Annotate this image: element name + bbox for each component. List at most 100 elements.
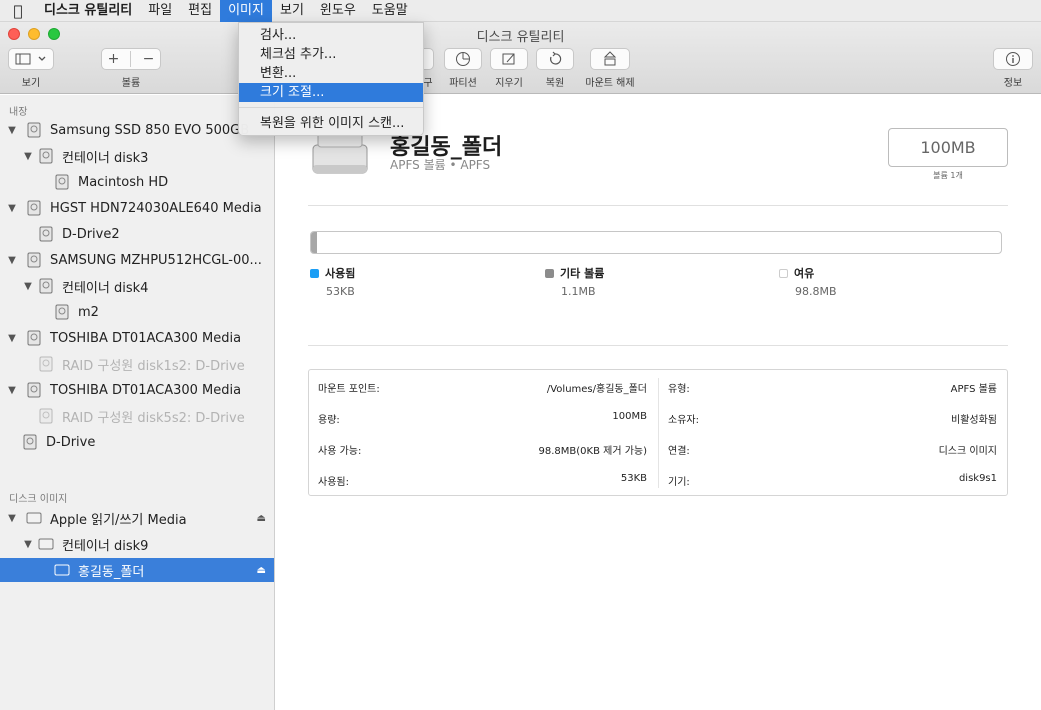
unmount-label: 마운트 해제 <box>585 78 635 89</box>
partition-label: 파티션 <box>449 78 477 89</box>
sidebar-item-label: RAID 구성원 disk5s2: D-Drive <box>62 410 245 426</box>
volume-count-note: 볼륨 1개 <box>933 171 963 180</box>
info-row: 사용됨: 53KB <box>318 473 647 488</box>
divider <box>308 345 1008 346</box>
hard-drive-icon <box>39 356 53 372</box>
info-row: 연결: 디스크 이미지 <box>668 446 997 457</box>
hard-drive-icon <box>27 252 41 268</box>
info-row: 기기: disk9s1 <box>668 473 997 488</box>
sidebar-item-raid-member[interactable]: RAID 구성원 disk5s2: D-Drive <box>0 404 274 428</box>
sidebar-icon <box>15 53 31 65</box>
sidebar-item-label: 홍길동_폴더 <box>78 564 145 580</box>
menu-file[interactable]: 파일 <box>140 0 180 22</box>
sidebar-item-label: RAID 구성원 disk1s2: D-Drive <box>62 358 245 374</box>
apple-icon[interactable]:  <box>0 2 36 20</box>
sidebar-item-raid-member[interactable]: RAID 구성원 disk1s2: D-Drive <box>0 352 274 376</box>
view-button[interactable] <box>8 48 54 70</box>
sidebar-item-raid-set[interactable]: D-Drive <box>0 430 274 454</box>
sidebar-item-volume[interactable]: D-Drive2 <box>0 222 274 246</box>
sidebar-item-volume[interactable]: m2 <box>0 300 274 324</box>
legend-free: 여유 98.8MB <box>779 265 837 298</box>
menu-app[interactable]: 디스크 유틸리티 <box>36 0 140 22</box>
volume-detail-pane: 홍길동_폴더 APFS 볼륨 • APFS 100MB 볼륨 1개 사용됨 53… <box>276 95 1041 710</box>
legend-swatch <box>310 269 319 278</box>
disk-image-icon <box>26 512 42 524</box>
legend-label: 사용됨 <box>325 267 356 280</box>
sidebar-item-selected-volume[interactable]: 홍길동_폴더 ⏏ <box>0 558 274 582</box>
menu-item-resize[interactable]: 크기 조절... <box>239 83 423 102</box>
sidebar-item-label: TOSHIBA DT01ACA300 Media <box>50 330 242 346</box>
disclosure-triangle-icon[interactable]: ▼ <box>6 125 18 136</box>
sidebar-item-disk[interactable]: ▼ TOSHIBA DT01ACA300 Media <box>0 326 274 350</box>
menu-item-verify[interactable]: 검사... <box>239 26 423 45</box>
erase-label: 지우기 <box>495 78 523 89</box>
add-volume-button[interactable]: + <box>108 51 120 67</box>
eject-icon[interactable]: ⏏ <box>257 513 266 524</box>
sidebar-item-disk-image[interactable]: ▼ Apple 읽기/쓰기 Media ⏏ <box>0 506 274 530</box>
remove-volume-button[interactable]: − <box>143 51 155 67</box>
sidebar-item-label: m2 <box>78 304 99 320</box>
menu-view[interactable]: 보기 <box>272 0 312 22</box>
hard-drive-icon <box>27 382 41 398</box>
disk-utility-window: 디스크 유틸리티 보기 + − 볼륨 구 파티션 지우기 복원 마운트 해제 정… <box>0 22 1041 710</box>
hard-drive-icon <box>23 434 37 450</box>
sidebar-item-label: SAMSUNG MZHPU512HCGL-00... <box>50 252 262 268</box>
disclosure-triangle-icon[interactable]: ▼ <box>6 333 18 344</box>
hard-drive-icon <box>27 200 41 216</box>
sidebar-item-label: Samsung SSD 850 EVO 500GB <box>50 122 250 138</box>
disclosure-triangle-icon[interactable]: ▼ <box>6 513 18 524</box>
menu-item-convert[interactable]: 변환... <box>239 64 423 83</box>
hard-drive-icon <box>39 278 53 294</box>
menu-edit[interactable]: 편집 <box>180 0 220 22</box>
volume-size-box: 100MB <box>888 128 1008 167</box>
section-disk-images: 디스크 이미지 <box>9 494 68 505</box>
hard-drive-icon <box>39 148 53 164</box>
restore-icon <box>550 51 562 65</box>
menu-item-add-checksum[interactable]: 체크섬 추가... <box>239 45 423 64</box>
eject-icon[interactable]: ⏏ <box>257 565 266 576</box>
erase-button[interactable] <box>490 48 528 70</box>
info-row: 사용 가능: 98.8MB(0KB 제거 가능) <box>318 446 647 457</box>
sidebar-item-volume[interactable]: Macintosh HD <box>0 170 274 194</box>
sidebar-item-disk[interactable]: ▼ SAMSUNG MZHPU512HCGL-00... <box>0 248 274 272</box>
restore-label: 복원 <box>545 78 565 89</box>
legend-label: 기타 볼륨 <box>560 267 605 280</box>
menu-window[interactable]: 윈도우 <box>312 0 364 22</box>
hard-drive-icon <box>27 122 41 138</box>
legend-swatch <box>545 269 554 278</box>
menu-help[interactable]: 도움말 <box>364 0 416 22</box>
sidebar-item-label: Macintosh HD <box>78 174 169 190</box>
disk-image-icon <box>38 538 54 550</box>
info-label: 정보 <box>1003 78 1023 89</box>
volume-label: 볼륨 <box>121 78 141 89</box>
image-menu-dropdown: 검사... 체크섬 추가... 변환... 크기 조절... 복원을 위한 이미… <box>238 22 424 136</box>
sidebar-item-disk[interactable]: ▼ TOSHIBA DT01ACA300 Media <box>0 378 274 402</box>
info-button[interactable] <box>993 48 1033 70</box>
disclosure-triangle-icon[interactable]: ▼ <box>6 385 18 396</box>
sidebar-item-disk[interactable]: ▼ Samsung SSD 850 EVO 500GB <box>0 118 274 142</box>
disclosure-triangle-icon[interactable]: ▼ <box>22 281 34 292</box>
usage-bar <box>310 231 1002 254</box>
menu-image[interactable]: 이미지 <box>220 0 272 22</box>
menu-item-scan-for-restore[interactable]: 복원을 위한 이미지 스캔... <box>239 114 423 133</box>
sidebar-item-container[interactable]: ▼ 컨테이너 disk9 <box>0 532 274 556</box>
sidebar-item-container[interactable]: ▼ 컨테이너 disk4 <box>0 274 274 298</box>
disclosure-triangle-icon[interactable]: ▼ <box>6 255 18 266</box>
sidebar-item-disk[interactable]: ▼ HGST HDN724030ALE640 Media <box>0 196 274 220</box>
disclosure-triangle-icon[interactable]: ▼ <box>6 203 18 214</box>
sidebar-item-container[interactable]: ▼ 컨테이너 disk3 <box>0 144 274 168</box>
erase-icon <box>502 53 515 65</box>
sidebar-item-label: HGST HDN724030ALE640 Media <box>50 200 262 216</box>
title-bar: 디스크 유틸리티 보기 + − 볼륨 구 파티션 지우기 복원 마운트 해제 정… <box>0 22 1041 94</box>
unmount-button[interactable] <box>590 48 630 70</box>
disk-image-icon <box>54 564 70 576</box>
legend-label: 여유 <box>794 267 815 280</box>
volume-subtitle: APFS 볼륨 • APFS <box>390 158 491 172</box>
restore-button[interactable] <box>536 48 574 70</box>
legend-value: 53KB <box>326 285 355 298</box>
disclosure-triangle-icon[interactable]: ▼ <box>22 539 34 550</box>
hard-drive-icon <box>39 226 53 242</box>
partition-button[interactable] <box>444 48 482 70</box>
disclosure-triangle-icon[interactable]: ▼ <box>22 151 34 162</box>
info-icon <box>1006 52 1020 66</box>
